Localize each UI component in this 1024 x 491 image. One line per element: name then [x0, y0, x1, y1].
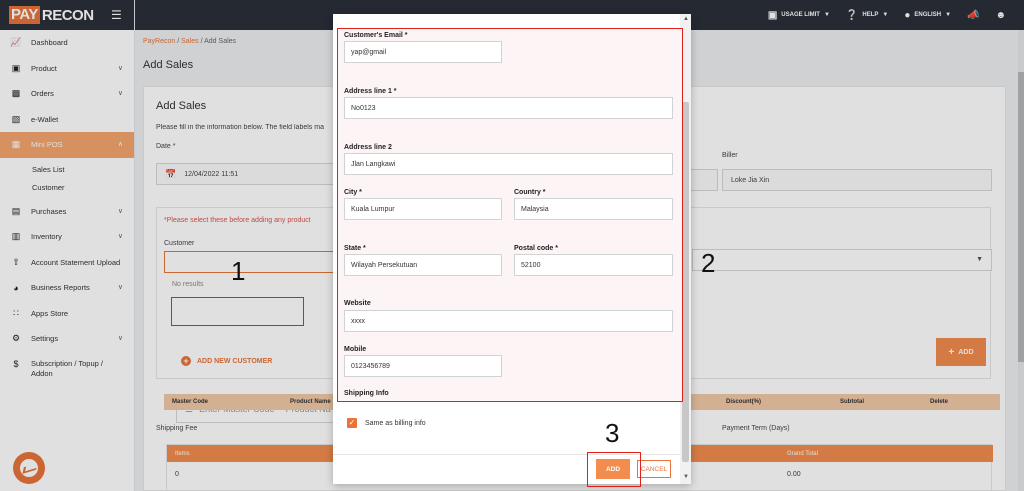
state-label: State *: [344, 245, 366, 252]
modal-cancel-button[interactable]: CANCEL: [637, 460, 671, 478]
customer-form-region: Customer's Email * yap@gmail Address lin…: [337, 28, 683, 402]
country-label: Country *: [514, 189, 546, 196]
state-field[interactable]: Wilayah Persekutuan: [344, 254, 502, 276]
annotation-number-3: 3: [605, 418, 620, 448]
address-line1-value: No0123: [351, 104, 376, 112]
annotation-number-1: 1: [231, 256, 246, 286]
city-field[interactable]: Kuala Lumpur: [344, 198, 502, 220]
mobile-value: 0123456789: [351, 362, 390, 370]
email-label: Customer's Email *: [344, 32, 408, 39]
annotation-number-2: 2: [701, 248, 716, 278]
address-line2-field[interactable]: Jlan Langkawi: [344, 153, 673, 175]
postal-code-value: 52100: [521, 261, 541, 269]
add-customer-modal: ▲ ▼ Customer's Email * yap@gmail Address…: [333, 14, 691, 484]
city-value: Kuala Lumpur: [351, 205, 395, 213]
country-value: Malaysia: [521, 205, 549, 213]
mobile-field[interactable]: 0123456789: [344, 355, 502, 377]
website-field[interactable]: xxxx: [344, 310, 673, 332]
modal-scrollbar-thumb[interactable]: [682, 102, 689, 462]
scroll-up-arrow-icon[interactable]: ▲: [683, 16, 689, 22]
same-as-billing-checkbox-row[interactable]: ✓ Same as billing info: [347, 418, 426, 428]
checkbox-checked-icon[interactable]: ✓: [347, 418, 357, 428]
annotation-box-3: [587, 452, 641, 487]
same-as-billing-label: Same as billing info: [365, 419, 426, 427]
address-line1-label: Address line 1 *: [344, 88, 397, 95]
postal-code-label: Postal code *: [514, 245, 558, 252]
city-label: City *: [344, 189, 362, 196]
email-value: yap@gmail: [351, 48, 387, 56]
annotation-box-1: [171, 297, 304, 326]
address-line1-field[interactable]: No0123: [344, 97, 673, 119]
address-line2-value: Jlan Langkawi: [351, 160, 396, 168]
scroll-down-arrow-icon[interactable]: ▼: [683, 474, 689, 480]
country-field[interactable]: Malaysia: [514, 198, 673, 220]
website-label: Website: [344, 300, 371, 307]
mobile-label: Mobile: [344, 346, 367, 353]
postal-code-field[interactable]: 52100: [514, 254, 673, 276]
website-value: xxxx: [351, 317, 365, 325]
email-field[interactable]: yap@gmail: [344, 41, 502, 63]
state-value: Wilayah Persekutuan: [351, 261, 418, 269]
shipping-info-label: Shipping Info: [344, 390, 389, 397]
address-line2-label: Address line 2: [344, 144, 392, 151]
